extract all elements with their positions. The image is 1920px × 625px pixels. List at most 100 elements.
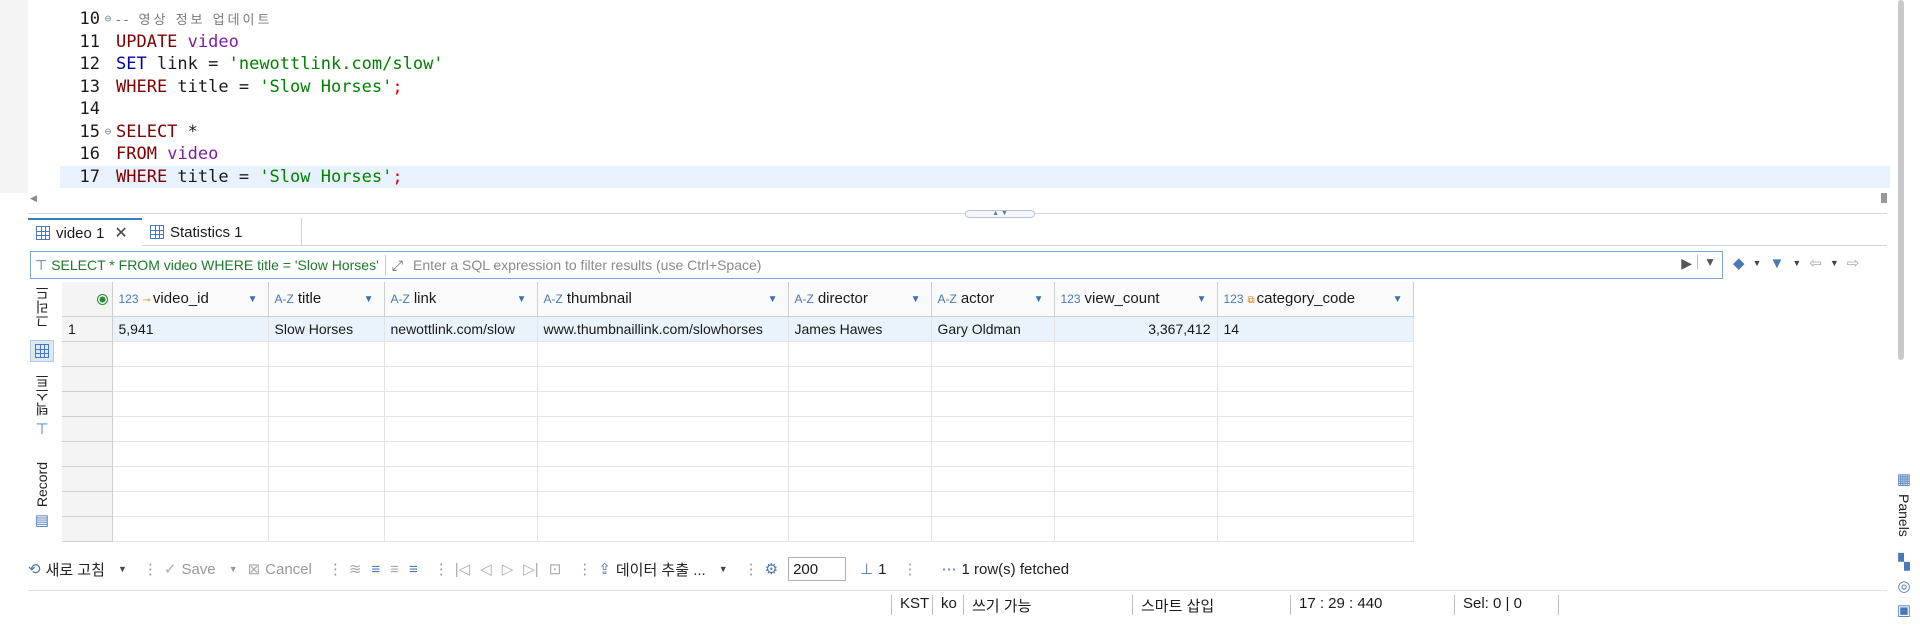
column-type-icon: A-Z [274,292,294,307]
insert-mode-status[interactable]: 스마트 삽입 [1132,595,1214,615]
back-icon[interactable]: ⇦ [1809,254,1822,272]
cancel-button[interactable]: ⊠ Cancel [248,560,312,579]
code-line[interactable]: 13 WHERE title = 'Slow Horses'; [60,76,1896,98]
column-header-view-count[interactable]: 123 view_count ▼ [1054,282,1218,317]
code-line[interactable]: 17 WHERE title = 'Slow Horses'; [60,165,1896,188]
select-all-cell[interactable] [62,282,113,317]
empty-row [62,441,1426,467]
chevron-down-icon[interactable]: ▼ [1792,258,1801,268]
settings-circle-icon[interactable]: ◎ [1897,577,1910,595]
column-header-director[interactable]: A-Z director ▼ [788,282,932,317]
cell-video-id[interactable]: 5,941 [112,316,269,342]
editor-results-splitter[interactable]: ▲ ▼ [28,210,1887,218]
column-header-title[interactable]: A-Z title ▼ [268,282,385,317]
column-filter-icon[interactable]: ▼ [768,294,778,305]
code-line[interactable]: 14 [60,98,1896,120]
tab-video-1[interactable]: video 1 ✕ [28,218,142,246]
export-button[interactable]: ⇪ 데이터 추출 ... ▼ [598,559,727,580]
column-filter-icon[interactable]: ▼ [1197,294,1207,305]
layout-icon[interactable]: ▚ [1898,553,1910,571]
first-page-button[interactable]: |◁ [455,560,470,578]
cell-link[interactable]: newottlink.com/slow [384,316,538,342]
row-number [62,391,113,417]
sql-editor[interactable]: 10 ⊖ -- 영상 정보 업데이트 11 UPDATE video 12 SET link… [0,0,1920,193]
vertical-scrollbar[interactable] [1898,0,1904,360]
filter-input[interactable]: ⊤ SELECT * FROM video WHERE title = 'Slo… [30,251,1723,279]
code-token: link = [146,54,229,74]
row-number [62,466,113,492]
chevron-down-icon[interactable]: ▼ [1753,258,1762,268]
results-table: 123 ⊸ video_id ▼ A-Z title ▼ A-Z link ▼ A-Z thumbna… [62,282,1426,542]
refresh-button[interactable]: ⟲ 새로 고침 ▼ [28,559,127,580]
results-grid[interactable]: 123 ⊸ video_id ▼ A-Z title ▼ A-Z link ▼ A-Z thumbna… [62,282,1887,544]
code-line[interactable]: 15 ⊖ SELECT * [60,121,1896,143]
chevron-down-icon[interactable]: ▼ [719,564,728,574]
cell-category-code[interactable]: 14 [1217,316,1414,342]
column-header-link[interactable]: A-Z link ▼ [384,282,538,317]
forward-icon[interactable]: ⇨ [1847,254,1860,272]
column-filter-icon[interactable]: ▼ [517,294,527,305]
chevron-down-icon[interactable]: ▼ [229,564,238,574]
column-header-thumbnail[interactable]: A-Z thumbnail ▼ [537,282,789,317]
save-button[interactable]: ✓ Save ▼ [164,560,238,579]
column-filter-icon[interactable]: ▼ [1034,294,1044,305]
close-icon[interactable]: ✕ [114,223,127,243]
eraser-icon[interactable]: ◆ [1733,254,1745,272]
image-icon[interactable]: ▣ [1897,601,1911,619]
fetch-settings-button[interactable]: ⚙ [765,560,778,578]
editor-horizontal-scrollbar[interactable] [1881,193,1887,203]
column-filter-icon[interactable]: ▼ [248,294,258,305]
grid-table-icon [36,226,50,240]
chevron-down-icon[interactable]: ▼ [118,564,127,574]
row-count-button[interactable]: ⊥ 1 [860,560,886,579]
column-header-category-code[interactable]: 123 ⧉ category_code ▼ [1217,282,1414,317]
edit-row-button[interactable]: ≋ [349,560,362,578]
cell-director[interactable]: James Hawes [788,316,932,342]
code-line[interactable]: 11 UPDATE video [60,31,1896,53]
fetch-size-input[interactable]: 200 [788,557,847,581]
row-number[interactable]: 1 [62,316,113,342]
active-query[interactable]: ⊤ SELECT * FROM video WHERE title = 'Slo… [31,257,379,274]
code-text: UPDATE video [116,31,239,53]
column-filter-icon[interactable]: ▼ [1393,294,1403,305]
add-row-button[interactable]: ≡ [371,561,380,578]
view-grid-button[interactable]: 그리드 [30,286,54,328]
divider: ⋮ [142,561,158,578]
cell-thumbnail[interactable]: www.thumbnaillink.com/slowhorses [537,316,789,342]
delete-row-button[interactable]: ≡ [409,561,418,578]
chevron-down-icon[interactable]: ▼ [1830,258,1839,268]
empty-cell [268,416,385,442]
cell-title[interactable]: Slow Horses [268,316,385,342]
prev-page-button[interactable]: ◁ [480,560,492,578]
view-text-button[interactable]: 텍스트 ⊤ [30,374,54,438]
apply-filter-icon[interactable]: ▶ [1681,255,1692,272]
empty-row [62,516,1426,542]
code-line[interactable]: 12 SET link = 'newottlink.com/slow' [60,53,1896,75]
code-line[interactable]: 10 ⊖ -- 영상 정보 업데이트 [60,8,1896,30]
row-filler [1413,366,1426,391]
copy-row-button[interactable]: ≡ [390,561,399,578]
column-filter-icon[interactable]: ▼ [364,294,374,305]
table-row[interactable]: 1 5,941 Slow Horses newottlink.com/slow www.… [62,316,1426,342]
filter-placeholder[interactable]: ⤢ Enter a SQL expression to filter resul… [392,257,762,274]
last-page-button[interactable]: ▷| [523,560,538,578]
tab-statistics-1[interactable]: Statistics 1 [142,218,302,246]
column-filter-icon[interactable]: ▼ [911,294,921,305]
fold-toggle-icon[interactable]: ⊖ [100,8,116,30]
splitter-collapse-handle[interactable]: ▲ ▼ [965,210,1035,218]
next-page-button[interactable]: ▷ [502,560,514,578]
filter-history-dropdown-icon[interactable]: ▼ [1697,255,1716,269]
column-header-video-id[interactable]: 123 ⊸ video_id ▼ [112,282,269,317]
cell-view-count[interactable]: 3,367,412 [1054,316,1218,342]
grid-view-icon[interactable] [30,340,54,362]
view-record-button[interactable]: Record ▤ [30,462,54,529]
column-header-actor[interactable]: A-Z actor ▼ [931,282,1055,317]
cell-actor[interactable]: Gary Oldman [931,316,1055,342]
column-name: category_code [1256,290,1356,308]
panels-sidebar[interactable]: ▦ Panels ▚ ◎ ▣ [1896,470,1912,619]
funnel-icon[interactable]: ▼ [1769,255,1784,272]
fetch-all-button[interactable]: ⊡ [549,560,562,578]
fold-toggle-icon[interactable]: ⊖ [100,121,116,143]
code-line[interactable]: 16 FROM video [60,143,1896,165]
scroll-left-arrow-icon[interactable]: ◀ [30,193,37,204]
